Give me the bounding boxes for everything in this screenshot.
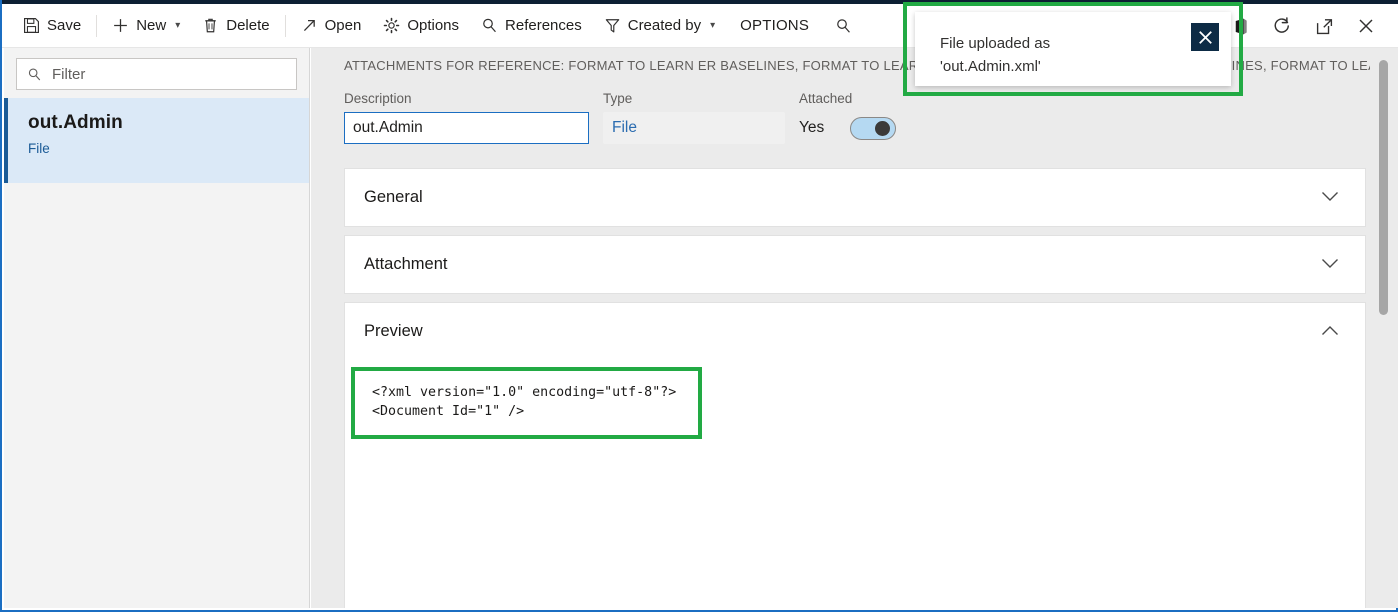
section-general-header[interactable]: General bbox=[345, 169, 1365, 226]
open-label: Open bbox=[325, 17, 362, 34]
plus-icon bbox=[112, 17, 129, 34]
magnifier-icon bbox=[481, 17, 498, 34]
notification-close-button[interactable] bbox=[1191, 23, 1219, 51]
delete-label: Delete bbox=[226, 17, 269, 34]
section-general-title: General bbox=[364, 188, 423, 207]
xml-line-2: <Document Id="1" /> bbox=[372, 403, 676, 422]
notification-text: File uploaded as 'out.Admin.xml' bbox=[915, 12, 1231, 86]
options-button[interactable]: Options bbox=[372, 9, 470, 43]
section-attachment: Attachment bbox=[344, 235, 1366, 294]
options-label: Options bbox=[407, 17, 459, 34]
section-attachment-title: Attachment bbox=[364, 255, 447, 274]
main-panel: ATTACHMENTS FOR REFERENCE: FORMAT TO LEA… bbox=[311, 48, 1398, 608]
notification-toast: File uploaded as 'out.Admin.xml' bbox=[915, 12, 1231, 86]
new-button[interactable]: New ▾ bbox=[101, 9, 191, 43]
attached-value: Yes bbox=[799, 119, 824, 137]
notification-line-1: File uploaded as bbox=[940, 32, 1231, 55]
search-icon bbox=[26, 66, 43, 83]
references-label: References bbox=[505, 17, 582, 34]
references-button[interactable]: References bbox=[470, 9, 593, 43]
filter-input[interactable] bbox=[52, 66, 287, 83]
list-item[interactable]: out.Admin File bbox=[4, 98, 309, 183]
window-controls bbox=[1220, 4, 1394, 48]
open-arrow-icon bbox=[301, 17, 318, 34]
accordion-area: General Attachment Preview bbox=[344, 168, 1366, 608]
list-item-subtitle: File bbox=[28, 141, 309, 156]
xml-line-1: <?xml version="1.0" encoding="utf-8"?> bbox=[372, 384, 676, 403]
tab-options[interactable]: OPTIONS bbox=[726, 17, 823, 34]
close-window-icon[interactable] bbox=[1346, 6, 1386, 46]
section-preview-body: <?xml version="1.0" encoding="utf-8"?> <… bbox=[345, 360, 1365, 608]
description-input[interactable] bbox=[344, 112, 589, 144]
sidebar: out.Admin File bbox=[4, 48, 310, 608]
xml-preview-box: <?xml version="1.0" encoding="utf-8"?> <… bbox=[351, 367, 702, 439]
scrollbar-thumb[interactable] bbox=[1379, 60, 1388, 315]
trash-icon bbox=[202, 17, 219, 34]
attached-field-group: Attached Yes bbox=[799, 91, 1019, 144]
section-preview: Preview <?xml version="1.0" encoding="ut… bbox=[344, 302, 1366, 608]
type-value[interactable]: File bbox=[603, 112, 785, 144]
section-preview-title: Preview bbox=[364, 322, 423, 341]
attached-toggle[interactable] bbox=[850, 117, 896, 140]
attached-row: Yes bbox=[799, 112, 1019, 144]
list-item-title: out.Admin bbox=[28, 112, 309, 134]
toggle-knob bbox=[875, 121, 890, 136]
save-icon bbox=[23, 17, 40, 34]
section-general: General bbox=[344, 168, 1366, 227]
created-by-label: Created by bbox=[628, 17, 701, 34]
search-icon bbox=[835, 17, 852, 34]
created-by-button[interactable]: Created by ▾ bbox=[593, 9, 726, 43]
save-button[interactable]: Save bbox=[12, 9, 92, 43]
delete-button[interactable]: Delete bbox=[191, 9, 280, 43]
type-field-group: Type File bbox=[603, 91, 785, 144]
popout-icon[interactable] bbox=[1304, 6, 1344, 46]
toolbar-divider bbox=[96, 15, 97, 37]
filter-container bbox=[4, 48, 309, 98]
search-button[interactable] bbox=[823, 17, 864, 34]
close-icon bbox=[1197, 29, 1214, 46]
description-label: Description bbox=[344, 91, 589, 106]
type-label: Type bbox=[603, 91, 785, 106]
toolbar-divider bbox=[285, 15, 286, 37]
chevron-down-icon bbox=[1321, 189, 1339, 207]
chevron-down-icon bbox=[1321, 256, 1339, 274]
section-attachment-header[interactable]: Attachment bbox=[345, 236, 1365, 293]
filter-box[interactable] bbox=[16, 58, 297, 90]
save-label: Save bbox=[47, 17, 81, 34]
chevron-up-icon bbox=[1321, 323, 1339, 341]
filter-funnel-icon bbox=[604, 17, 621, 34]
chevron-down-icon: ▾ bbox=[175, 20, 180, 31]
description-field-group: Description bbox=[344, 91, 589, 144]
refresh-icon[interactable] bbox=[1262, 6, 1302, 46]
notification-line-2: 'out.Admin.xml' bbox=[940, 55, 1231, 78]
scrollbar-track[interactable] bbox=[1370, 48, 1398, 608]
open-button[interactable]: Open bbox=[290, 9, 373, 43]
chevron-down-icon: ▾ bbox=[710, 20, 715, 31]
new-label: New bbox=[136, 17, 166, 34]
application-window: Save New ▾ Delete Open bbox=[0, 0, 1398, 612]
section-preview-header[interactable]: Preview bbox=[345, 303, 1365, 360]
gear-icon bbox=[383, 17, 400, 34]
